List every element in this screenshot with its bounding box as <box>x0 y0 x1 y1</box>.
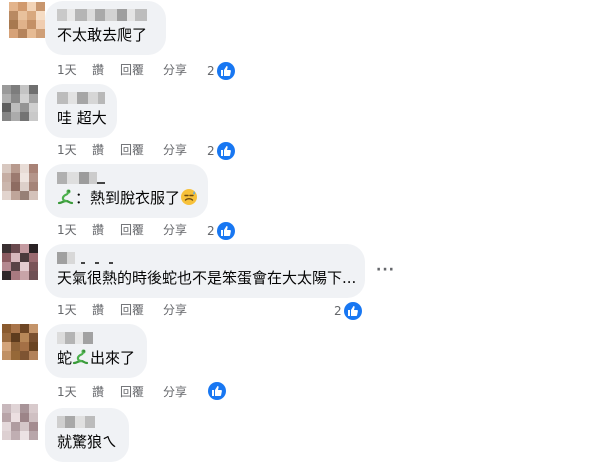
timestamp[interactable]: 1天 <box>57 141 77 159</box>
reply-link[interactable]: 回覆 <box>120 61 144 79</box>
avatar[interactable] <box>2 324 38 360</box>
reaction-summary[interactable]: 2 <box>334 300 362 320</box>
share-link[interactable]: 分享 <box>163 301 187 319</box>
reply-link[interactable]: 回覆 <box>120 221 144 239</box>
avatar[interactable] <box>2 164 38 200</box>
reaction-count: 2 <box>207 64 215 78</box>
like-reaction-icon <box>216 61 235 80</box>
like-link[interactable]: 讚 <box>92 221 104 239</box>
timestamp[interactable]: 1天 <box>57 301 77 319</box>
reaction-summary[interactable]: 2 <box>207 140 235 160</box>
comment-text-part: 出來了 <box>90 349 136 367</box>
comment-text-content: ：熱到脫衣服了 <box>75 189 181 207</box>
commenter-name-blurred[interactable] <box>57 172 196 184</box>
commenter-name-blurred[interactable] <box>57 92 106 104</box>
like-link[interactable]: 讚 <box>92 383 104 401</box>
like-reaction-icon <box>343 301 362 320</box>
commenter-name-blurred[interactable] <box>57 416 117 428</box>
comment-text: 哇 超大 <box>57 109 107 127</box>
share-link[interactable]: 分享 <box>163 141 187 159</box>
timestamp[interactable]: 1天 <box>57 61 77 79</box>
comment-text: 就驚狼ㄟ <box>57 433 118 451</box>
like-link[interactable]: 讚 <box>92 301 104 319</box>
sweat-face-emoji-icon <box>180 188 198 211</box>
snake-emoji-icon <box>57 188 75 211</box>
like-reaction-icon <box>216 221 235 240</box>
comment-text: 蛇出來了 <box>57 348 135 371</box>
reply-link[interactable]: 回覆 <box>120 141 144 159</box>
reply-link[interactable]: 回覆 <box>120 301 144 319</box>
comment-bubble: 就驚狼ㄟ <box>45 408 129 462</box>
reaction-count: 2 <box>207 144 215 158</box>
comment-bubble: 天氣很熱的時後蛇也不是笨蛋會在大太陽下... <box>45 244 365 298</box>
comment-text-part: 蛇 <box>57 349 73 367</box>
snake-emoji-icon <box>72 348 90 371</box>
share-link[interactable]: 分享 <box>163 221 187 239</box>
timestamp[interactable]: 1天 <box>57 383 77 401</box>
avatar[interactable] <box>2 404 38 440</box>
reaction-count: 2 <box>207 224 215 238</box>
reaction-summary[interactable]: 2 <box>207 220 235 240</box>
like-link[interactable]: 讚 <box>92 141 104 159</box>
like-link[interactable]: 讚 <box>92 61 104 79</box>
reaction-count: 2 <box>334 304 342 318</box>
comment-text: 天氣很熱的時後蛇也不是笨蛋會在大太陽下... <box>57 269 357 287</box>
reaction-summary[interactable] <box>206 380 226 400</box>
avatar[interactable] <box>2 244 38 280</box>
comment-bubble: 不太敢去爬了 <box>45 1 166 55</box>
avatar[interactable] <box>9 2 45 38</box>
comment-actions: 1天 讚 回覆 分享 <box>57 301 237 319</box>
like-reaction-icon <box>208 381 226 400</box>
timestamp[interactable]: 1天 <box>57 221 77 239</box>
commenter-name-blurred[interactable] <box>57 332 135 344</box>
reaction-summary[interactable]: 2 <box>207 60 235 80</box>
share-link[interactable]: 分享 <box>163 61 187 79</box>
share-link[interactable]: 分享 <box>163 383 187 401</box>
comment-bubble: ：熱到脫衣服了 <box>45 164 208 218</box>
reply-link[interactable]: 回覆 <box>120 383 144 401</box>
comment-bubble: 蛇出來了 <box>45 324 147 378</box>
like-reaction-icon <box>216 141 235 160</box>
comment-text: 不太敢去爬了 <box>57 26 148 44</box>
avatar[interactable] <box>2 85 38 121</box>
commenter-name-blurred[interactable] <box>57 9 154 21</box>
comment-text: ：熱到脫衣服了 <box>57 188 198 211</box>
comment-bubble: 哇 超大 <box>45 84 117 138</box>
more-options-button[interactable]: ··· <box>376 262 395 278</box>
commenter-name-blurred[interactable] <box>57 252 353 264</box>
